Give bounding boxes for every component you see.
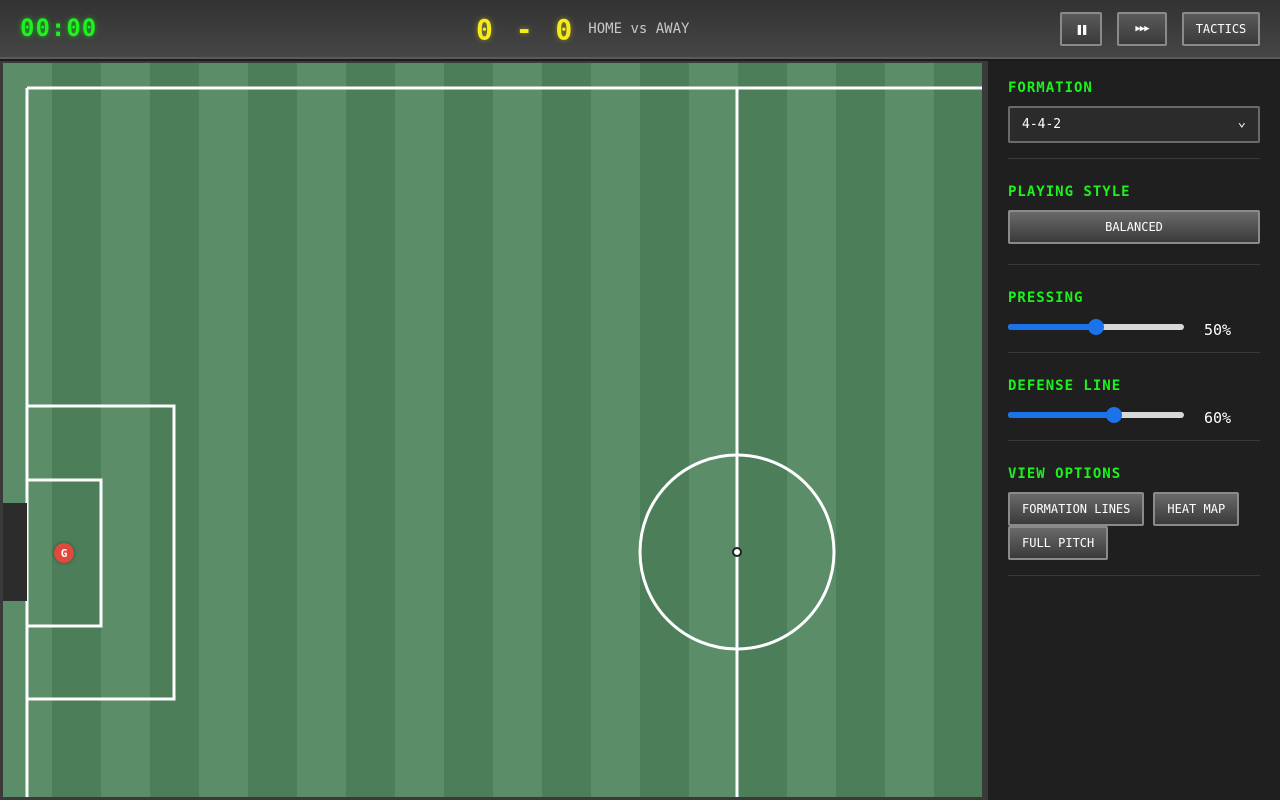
- team-names: HOME vs AWAY: [588, 21, 690, 37]
- pressing-slider-fill: [1008, 324, 1096, 330]
- score: 0 - 0: [476, 12, 573, 46]
- pressing-value: 50%: [1204, 321, 1232, 339]
- defense-line-title: DEFENSE LINE: [1008, 378, 1122, 394]
- formation-section: FORMATION 4-4-2 ⌄: [1008, 80, 1260, 159]
- pause-icon: ❚❚: [1075, 22, 1089, 36]
- view-options-buttons: FORMATION LINES HEAT MAP FULL PITCH: [1008, 492, 1260, 560]
- defense-line-slider-thumb[interactable]: [1105, 407, 1122, 423]
- full-pitch-button[interactable]: FULL PITCH: [1008, 526, 1109, 560]
- fast-forward-icon: ▶▶▶: [1135, 24, 1149, 34]
- pause-button[interactable]: ❚❚: [1060, 12, 1102, 46]
- defense-line-slider-fill: [1008, 412, 1114, 418]
- chevron-down-icon: ⌄: [1237, 113, 1246, 130]
- playing-style-section: PLAYING STYLE BALANCED: [1008, 184, 1260, 265]
- heat-map-button[interactable]: HEAT MAP: [1153, 492, 1240, 526]
- pressing-slider-thumb[interactable]: [1088, 319, 1104, 335]
- goalkeeper-marker[interactable]: G: [54, 543, 74, 563]
- tactics-panel: FORMATION 4-4-2 ⌄ PLAYING STYLE BALANCED…: [988, 61, 1280, 800]
- formation-value: 4-4-2: [1022, 117, 1062, 132]
- defense-line-value: 60%: [1204, 409, 1232, 427]
- top-bar: 00:00 0 - 0 HOME vs AWAY ❚❚ ▶▶▶ TACTICS: [0, 0, 1280, 59]
- fast-forward-button[interactable]: ▶▶▶: [1117, 12, 1167, 46]
- pitch-markings: [25, 86, 982, 797]
- playing-style-title: PLAYING STYLE: [1008, 184, 1131, 200]
- formation-select[interactable]: 4-4-2 ⌄: [1008, 106, 1260, 143]
- view-options-section: VIEW OPTIONS FORMATION LINES HEAT MAP FULL…: [1008, 466, 1260, 576]
- pressing-title: PRESSING: [1008, 290, 1084, 306]
- playing-style-button[interactable]: BALANCED: [1008, 210, 1260, 244]
- pitch[interactable]: G: [3, 63, 982, 797]
- defense-line-slider[interactable]: [1008, 407, 1184, 423]
- formation-title: FORMATION: [1008, 80, 1093, 96]
- ball: [732, 547, 742, 557]
- match-clock: 00:00: [20, 14, 98, 42]
- view-options-title: VIEW OPTIONS: [1008, 466, 1122, 482]
- goal: [3, 503, 27, 601]
- tactics-button[interactable]: TACTICS: [1182, 12, 1260, 46]
- pressing-slider[interactable]: [1008, 319, 1184, 335]
- pitch-container: G: [0, 61, 988, 800]
- formation-lines-button[interactable]: FORMATION LINES: [1008, 492, 1145, 526]
- pressing-section: PRESSING 50%: [1008, 290, 1260, 353]
- scoreboard: 0 - 0 HOME vs AWAY: [476, 10, 689, 48]
- defense-line-section: DEFENSE LINE 60%: [1008, 378, 1260, 441]
